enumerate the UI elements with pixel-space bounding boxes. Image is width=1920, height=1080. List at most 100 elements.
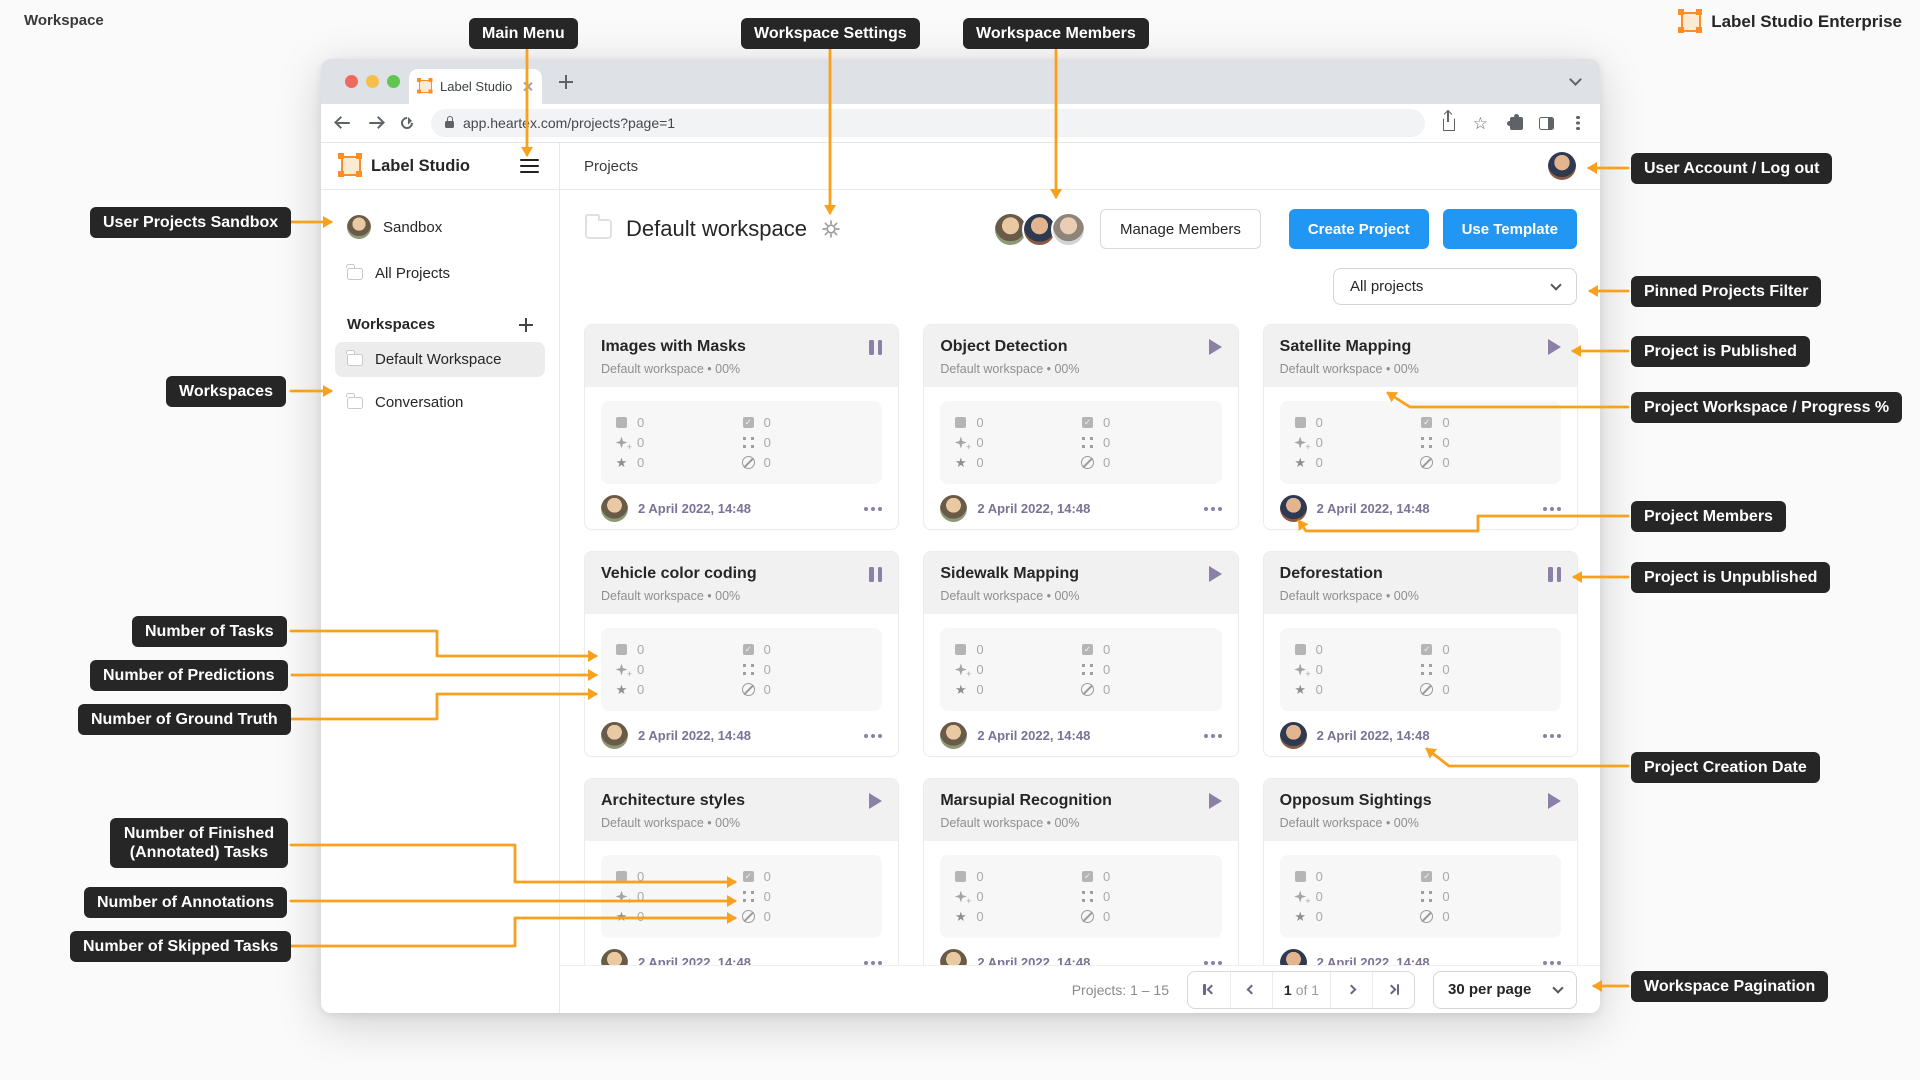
- bookmark-star-icon[interactable]: ☆: [1473, 115, 1488, 132]
- tasks-icon: [615, 643, 628, 656]
- sidebar-item-all-projects[interactable]: All Projects: [335, 256, 545, 291]
- annotations-count: 0: [1102, 662, 1111, 677]
- skipped-count: 0: [1102, 909, 1111, 924]
- sidebar-item-label: Conversation: [375, 394, 464, 411]
- last-page-button[interactable]: [1372, 971, 1414, 1008]
- chevron-down-icon: [1550, 278, 1562, 291]
- project-owner-avatar: [601, 722, 628, 749]
- label-studio-app: Label Studio Sandbox All Projects Worksp…: [321, 143, 1600, 1013]
- folder-icon: [346, 263, 363, 280]
- page-heading: Workspace: [24, 12, 104, 29]
- predictions-icon: [615, 436, 632, 452]
- project-card[interactable]: Sidewalk Mapping Default workspace • 00%…: [924, 552, 1238, 756]
- user-avatar[interactable]: [1548, 152, 1576, 180]
- project-menu-icon[interactable]: [864, 506, 869, 511]
- project-title: Marsupial Recognition: [940, 792, 1112, 809]
- next-page-button[interactable]: [1330, 971, 1372, 1008]
- address-bar[interactable]: app.heartex.com/projects?page=1: [431, 109, 1425, 137]
- sidebar-item-sandbox[interactable]: Sandbox: [335, 206, 545, 248]
- project-card[interactable]: Opposum Sightings Default workspace • 00…: [1263, 779, 1577, 983]
- pause-icon: [869, 339, 883, 355]
- predictions-icon: [1294, 436, 1310, 452]
- add-workspace-button[interactable]: [519, 317, 533, 332]
- workspace-members-avatars[interactable]: [992, 211, 1086, 247]
- project-menu-icon[interactable]: [1543, 506, 1547, 511]
- project-title: Deforestation: [1279, 565, 1383, 582]
- use-template-button[interactable]: Use Template: [1442, 209, 1577, 249]
- callout-pinned-projects-filter: Pinned Projects Filter: [1631, 276, 1822, 308]
- play-icon: [1548, 339, 1561, 355]
- browser-menu-icon[interactable]: [1570, 115, 1586, 131]
- window-minimize-button[interactable]: [366, 75, 379, 88]
- label-studio-logo-icon: [1678, 9, 1702, 32]
- project-menu-icon[interactable]: [1203, 733, 1208, 738]
- tab-search-chevron-icon[interactable]: [1569, 73, 1582, 86]
- workspace-bar: Default workspace Manage Members Create …: [585, 206, 1577, 252]
- ground-truth-count: 0: [1315, 909, 1323, 924]
- browser-tab-strip: Label Studio: [321, 59, 1600, 104]
- pause-icon: [869, 566, 883, 582]
- sidebar-toggle-icon[interactable]: [1539, 116, 1554, 130]
- project-menu-icon[interactable]: [864, 960, 869, 965]
- project-menu-icon[interactable]: [1543, 960, 1547, 965]
- project-card[interactable]: Vehicle color coding Default workspace •…: [585, 552, 899, 756]
- sidebar-item-default-workspace[interactable]: Default Workspace: [335, 342, 545, 377]
- project-card[interactable]: Deforestation Default workspace • 00% 0 …: [1263, 552, 1577, 756]
- project-subtitle: Default workspace • 00%: [1279, 589, 1419, 603]
- share-icon[interactable]: [1441, 111, 1457, 131]
- annotations-icon: [742, 663, 755, 676]
- back-icon[interactable]: [335, 115, 351, 131]
- project-menu-icon[interactable]: [864, 733, 869, 738]
- project-card[interactable]: Images with Masks Default workspace • 00…: [585, 325, 899, 529]
- create-project-button[interactable]: Create Project: [1288, 209, 1429, 249]
- tab-close-icon[interactable]: [523, 82, 532, 91]
- forward-icon[interactable]: [367, 115, 383, 131]
- project-card[interactable]: Satellite Mapping Default workspace • 00…: [1263, 325, 1577, 529]
- project-menu-icon[interactable]: [1203, 506, 1208, 511]
- project-menu-icon[interactable]: [1203, 960, 1208, 965]
- tasks-icon: [615, 870, 628, 883]
- window-close-button[interactable]: [345, 75, 358, 88]
- extensions-icon[interactable]: [1507, 113, 1523, 130]
- callout-number-of-predictions: Number of Predictions: [90, 660, 288, 692]
- finished-tasks-icon: [742, 416, 755, 429]
- predictions-count: 0: [976, 662, 984, 677]
- predictions-icon: [954, 436, 971, 452]
- skipped-tasks-icon: [1420, 910, 1433, 923]
- sidebar-item-label: Sandbox: [383, 218, 443, 236]
- new-tab-button[interactable]: [559, 75, 573, 89]
- project-card[interactable]: Marsupial Recognition Default workspace …: [924, 779, 1238, 983]
- first-page-button[interactable]: [1188, 972, 1230, 1008]
- sidebar-item-conversation[interactable]: Conversation: [335, 385, 545, 420]
- project-card[interactable]: Architecture styles Default workspace • …: [585, 779, 899, 983]
- annotations-icon: [1420, 890, 1433, 903]
- workspace-folder-icon: [585, 214, 612, 239]
- project-card[interactable]: Object Detection Default workspace • 00%…: [924, 325, 1238, 529]
- skipped-count: 0: [1442, 455, 1450, 470]
- predictions-icon: [954, 663, 971, 679]
- ground-truth-count: 0: [976, 455, 984, 470]
- window-zoom-button[interactable]: [387, 75, 400, 88]
- finished-count: 0: [1102, 869, 1111, 884]
- annotations-count: 0: [1102, 889, 1111, 904]
- workspace-content: Default workspace Manage Members Create …: [560, 190, 1600, 1013]
- per-page-select[interactable]: 30 per page: [1433, 970, 1577, 1009]
- predictions-icon: [615, 890, 632, 906]
- browser-tab[interactable]: Label Studio: [409, 69, 542, 104]
- callout-number-of-skipped: Number of Skipped Tasks: [70, 931, 292, 963]
- main-menu-icon[interactable]: [520, 158, 539, 174]
- project-title: Architecture styles: [601, 792, 746, 809]
- pinned-projects-filter-select[interactable]: All projects: [1333, 268, 1577, 305]
- sidebar-item-label: All Projects: [375, 265, 451, 282]
- skipped-tasks-icon: [1081, 910, 1094, 923]
- workspace-settings-gear-icon[interactable]: [821, 219, 841, 239]
- reload-icon[interactable]: [398, 114, 416, 132]
- callout-number-of-ground-truth: Number of Ground Truth: [78, 704, 291, 736]
- prev-page-button[interactable]: [1230, 971, 1272, 1008]
- callout-number-of-finished: Number of Finished (Annotated) Tasks: [110, 818, 288, 869]
- project-owner-avatar: [1279, 722, 1307, 749]
- callout-workspaces: Workspaces: [166, 376, 286, 408]
- project-menu-icon[interactable]: [1543, 733, 1547, 738]
- manage-members-button[interactable]: Manage Members: [1099, 209, 1261, 249]
- workspace-title: Default workspace: [626, 216, 807, 241]
